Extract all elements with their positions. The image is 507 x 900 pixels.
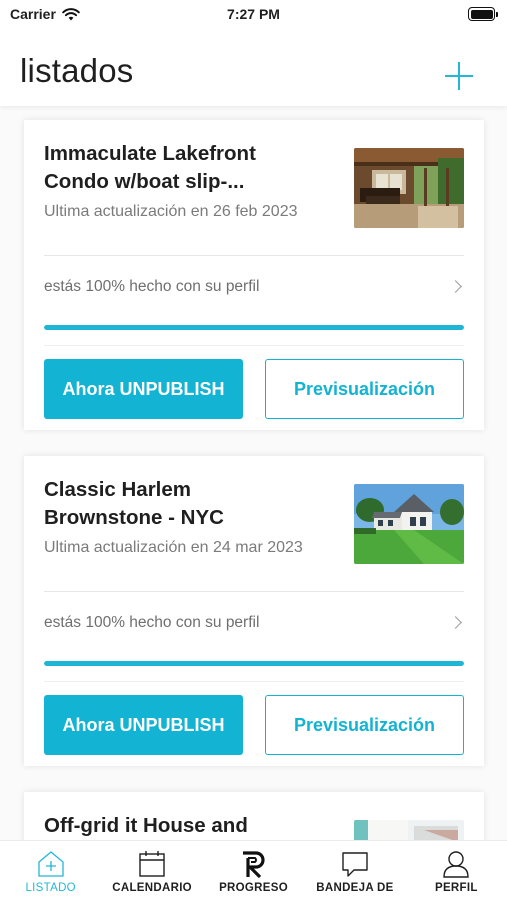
listing-thumbnail[interactable] <box>354 484 464 564</box>
house-plus-icon <box>38 851 64 877</box>
tab-label: PERFIL <box>434 882 478 894</box>
tab-listado[interactable]: LISTADO <box>0 841 101 900</box>
battery-icon <box>468 7 498 21</box>
listing-card[interactable]: Classic Harlem Brownstone - NYC Ultima a… <box>24 456 484 766</box>
profile-progress-row[interactable]: estás 100% hecho con su perfil <box>44 274 464 300</box>
tab-label: BANDEJA DE <box>316 882 394 894</box>
divider <box>44 681 464 682</box>
listing-thumbnail[interactable] <box>354 148 464 228</box>
listing-card[interactable]: Immaculate Lakefront Condo w/boat slip-.… <box>24 120 484 430</box>
listing-updated-date: Ultima actualización en 26 feb 2023 <box>44 203 298 220</box>
interior-photo <box>354 820 464 840</box>
progress-r-icon <box>242 851 265 879</box>
divider <box>44 255 464 256</box>
divider <box>44 345 464 346</box>
tab-label: PROGRESO <box>219 882 288 894</box>
header: listados <box>0 30 507 106</box>
calendar-icon <box>139 851 165 877</box>
listing-title: Immaculate Lakefront Condo w/boat slip-.… <box>44 142 256 193</box>
chevron-right-icon <box>449 616 462 629</box>
chevron-right-icon <box>449 280 462 293</box>
person-icon <box>443 851 470 878</box>
divider <box>44 591 464 592</box>
tab-perfil[interactable]: PERFIL <box>406 841 507 900</box>
status-bar: Carrier 7:27 PM <box>0 0 507 30</box>
tab-progreso[interactable]: PROGRESO <box>203 841 304 900</box>
patio-photo <box>354 148 464 228</box>
tab-bar: LISTADO CALENDARIO PROGRESO BANDEJA DE P… <box>0 840 507 900</box>
progress-fill <box>44 661 464 666</box>
tab-label: LISTADO <box>25 882 76 894</box>
chat-bubble-icon <box>342 852 368 877</box>
profile-progress-bar <box>44 661 464 666</box>
listings-scroll-area[interactable]: Immaculate Lakefront Condo w/boat slip-.… <box>0 106 507 840</box>
status-time: 7:27 PM <box>227 6 280 22</box>
tab-calendario[interactable]: CALENDARIO <box>101 841 202 900</box>
unpublish-button[interactable]: Ahora UNPUBLISH <box>44 359 243 419</box>
add-listing-button[interactable] <box>445 62 473 90</box>
listing-card[interactable]: Off-grid it House and <box>24 792 484 840</box>
tab-bandeja[interactable]: BANDEJA DE <box>304 841 405 900</box>
preview-button[interactable]: Previsualización <box>265 695 464 755</box>
unpublish-button[interactable]: Ahora UNPUBLISH <box>44 695 243 755</box>
progress-fill <box>44 325 464 330</box>
page-title: listados <box>20 52 134 89</box>
listing-title: Off-grid it House and <box>44 814 248 837</box>
preview-button[interactable]: Previsualización <box>265 359 464 419</box>
profile-progress-bar <box>44 325 464 330</box>
listing-title: Classic Harlem Brownstone - NYC <box>44 478 224 529</box>
profile-progress-text: estás 100% hecho con su perfil <box>44 614 260 631</box>
profile-progress-row[interactable]: estás 100% hecho con su perfil <box>44 610 464 636</box>
profile-progress-text: estás 100% hecho con su perfil <box>44 278 260 295</box>
listing-thumbnail[interactable] <box>354 820 464 840</box>
house-lawn-photo <box>354 484 464 564</box>
tab-label: CALENDARIO <box>112 882 192 894</box>
listing-updated-date: Ultima actualización en 24 mar 2023 <box>44 539 303 556</box>
